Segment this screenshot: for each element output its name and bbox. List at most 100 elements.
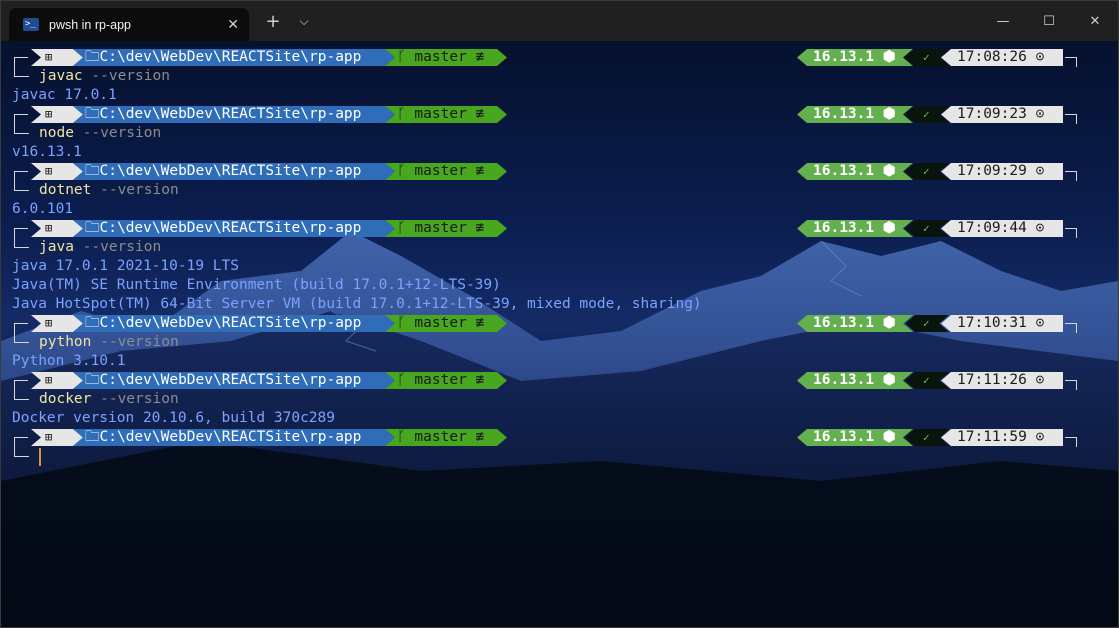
title-bar: >_ pwsh in rp-app ✕ + ⌵ — ☐ ✕ [1, 1, 1118, 41]
text-cursor[interactable] [39, 448, 41, 466]
output-text: Docker version 20.10.6, build 370c289 [12, 410, 336, 426]
command-text: node --version [39, 124, 161, 143]
command-line[interactable]: java --version [1, 238, 1118, 257]
prompt-line: ⊞ 🗀C:\dev\WebDev\REACTSite\rp-app ᚴ master… [1, 314, 1118, 333]
output-text: Java HotSpot(TM) 64-Bit Server VM (build… [12, 296, 702, 312]
command-argument: --version [91, 391, 179, 407]
prompt-frame-left [14, 171, 28, 181]
tab-title: pwsh in rp-app [49, 17, 131, 32]
output-line: Docker version 20.10.6, build 370c289 [1, 409, 1118, 428]
prompt-line: ⊞ 🗀C:\dev\WebDev\REACTSite\rp-app ᚴ master… [1, 162, 1118, 181]
command-argument: --version [91, 334, 179, 350]
prompt-path: 🗀C:\dev\WebDev\REACTSite\rp-app [73, 49, 395, 66]
command-name: docker [39, 391, 92, 407]
prompt-node-version: 16.13.1 ⬢ [797, 220, 913, 237]
windows-icon: ⊞ [31, 315, 83, 332]
prompt-node-version: 16.13.1 ⬢ [797, 49, 913, 66]
command-line[interactable]: docker --version [1, 390, 1118, 409]
prompt-time: 17:09:29 ⊙ [941, 163, 1063, 180]
prompt-git-branch: ᚴ master ≢ [385, 220, 507, 237]
prompt-frame-corner [14, 333, 29, 343]
tab-pwsh[interactable]: >_ pwsh in rp-app ✕ [9, 8, 249, 41]
prompt-line: ⊞ 🗀C:\dev\WebDev\REACTSite\rp-app ᚴ master… [1, 219, 1118, 238]
command-name: node [39, 125, 74, 141]
output-text: javac 17.0.1 [12, 87, 117, 103]
prompt-frame-left [14, 114, 28, 124]
close-window-button[interactable]: ✕ [1072, 1, 1118, 41]
prompt-path: 🗀C:\dev\WebDev\REACTSite\rp-app [73, 220, 395, 237]
minimize-button[interactable]: — [980, 1, 1026, 41]
command-line[interactable]: javac --version [1, 67, 1118, 86]
prompt-frame-right [1065, 380, 1077, 390]
windows-icon: ⊞ [31, 220, 83, 237]
new-tab-button[interactable]: + [255, 1, 291, 41]
command-line[interactable]: python --version [1, 333, 1118, 352]
output-line: 6.0.101 [1, 200, 1118, 219]
prompt-node-version: 16.13.1 ⬢ [797, 163, 913, 180]
output-line: v16.13.1 [1, 143, 1118, 162]
prompt-frame-right [1065, 114, 1077, 124]
prompt-frame-left [14, 57, 28, 67]
prompt-frame-right [1065, 323, 1077, 333]
command-text: javac --version [39, 67, 170, 86]
command-name: java [39, 239, 74, 255]
command-text: docker --version [39, 390, 179, 409]
prompt-git-branch: ᚴ master ≢ [385, 429, 507, 446]
command-line[interactable]: dotnet --version [1, 181, 1118, 200]
prompt-time: 17:09:44 ⊙ [941, 220, 1063, 237]
windows-icon: ⊞ [31, 372, 83, 389]
prompt-git-branch: ᚴ master ≢ [385, 49, 507, 66]
prompt-node-version: 16.13.1 ⬢ [797, 315, 913, 332]
command-text: dotnet --version [39, 181, 179, 200]
prompt-time: 17:11:26 ⊙ [941, 372, 1063, 389]
prompt-frame-corner [14, 181, 29, 191]
command-line[interactable]: node --version [1, 124, 1118, 143]
close-tab-icon[interactable]: ✕ [227, 17, 239, 33]
prompt-path: 🗀C:\dev\WebDev\REACTSite\rp-app [73, 372, 395, 389]
prompt-frame-right [1065, 57, 1077, 67]
prompt-frame-left [14, 228, 28, 238]
powershell-icon: >_ [23, 18, 39, 31]
windows-icon: ⊞ [31, 163, 83, 180]
command-name: javac [39, 68, 83, 84]
command-line[interactable] [1, 447, 1118, 466]
output-text: v16.13.1 [12, 144, 82, 160]
prompt-frame-left [14, 437, 28, 447]
command-argument: --version [73, 125, 162, 141]
command-argument: --version [82, 68, 170, 84]
prompt-frame-right [1065, 437, 1077, 447]
prompt-git-branch: ᚴ master ≢ [385, 163, 507, 180]
prompt-frame-left [14, 380, 28, 390]
prompt-git-branch: ᚴ master ≢ [385, 372, 507, 389]
chevron-down-icon[interactable]: ⌵ [291, 1, 317, 41]
command-name: dotnet [39, 182, 92, 198]
command-text: java --version [39, 238, 161, 257]
output-text: java 17.0.1 2021-10-19 LTS [12, 258, 239, 274]
output-line: java 17.0.1 2021-10-19 LTS [1, 257, 1118, 276]
prompt-frame-corner [14, 67, 29, 77]
output-text: Python 3.10.1 [12, 353, 126, 369]
output-line: Python 3.10.1 [1, 352, 1118, 371]
terminal-window: >_ pwsh in rp-app ✕ + ⌵ — ☐ ✕ ⊞ 🗀C:\dev\… [0, 0, 1119, 628]
maximize-button[interactable]: ☐ [1026, 1, 1072, 41]
prompt-path: 🗀C:\dev\WebDev\REACTSite\rp-app [73, 315, 395, 332]
output-line: Java HotSpot(TM) 64-Bit Server VM (build… [1, 295, 1118, 314]
windows-icon: ⊞ [31, 106, 83, 123]
prompt-frame-corner [14, 124, 29, 134]
terminal-pane[interactable]: ⊞ 🗀C:\dev\WebDev\REACTSite\rp-app ᚴ master… [1, 41, 1118, 627]
command-text: python --version [39, 333, 179, 352]
windows-icon: ⊞ [31, 429, 83, 446]
prompt-node-version: 16.13.1 ⬢ [797, 372, 913, 389]
prompt-line: ⊞ 🗀C:\dev\WebDev\REACTSite\rp-app ᚴ master… [1, 48, 1118, 67]
prompt-git-branch: ᚴ master ≢ [385, 106, 507, 123]
output-line: javac 17.0.1 [1, 86, 1118, 105]
output-text: 6.0.101 [12, 201, 74, 217]
command-argument: --version [91, 182, 179, 198]
prompt-frame-right [1065, 228, 1077, 238]
prompt-line: ⊞ 🗀C:\dev\WebDev\REACTSite\rp-app ᚴ master… [1, 105, 1118, 124]
prompt-time: 17:09:23 ⊙ [941, 106, 1063, 123]
prompt-frame-right [1065, 171, 1077, 181]
prompt-time: 17:10:31 ⊙ [941, 315, 1063, 332]
command-argument: --version [73, 239, 162, 255]
command-name: python [39, 334, 92, 350]
